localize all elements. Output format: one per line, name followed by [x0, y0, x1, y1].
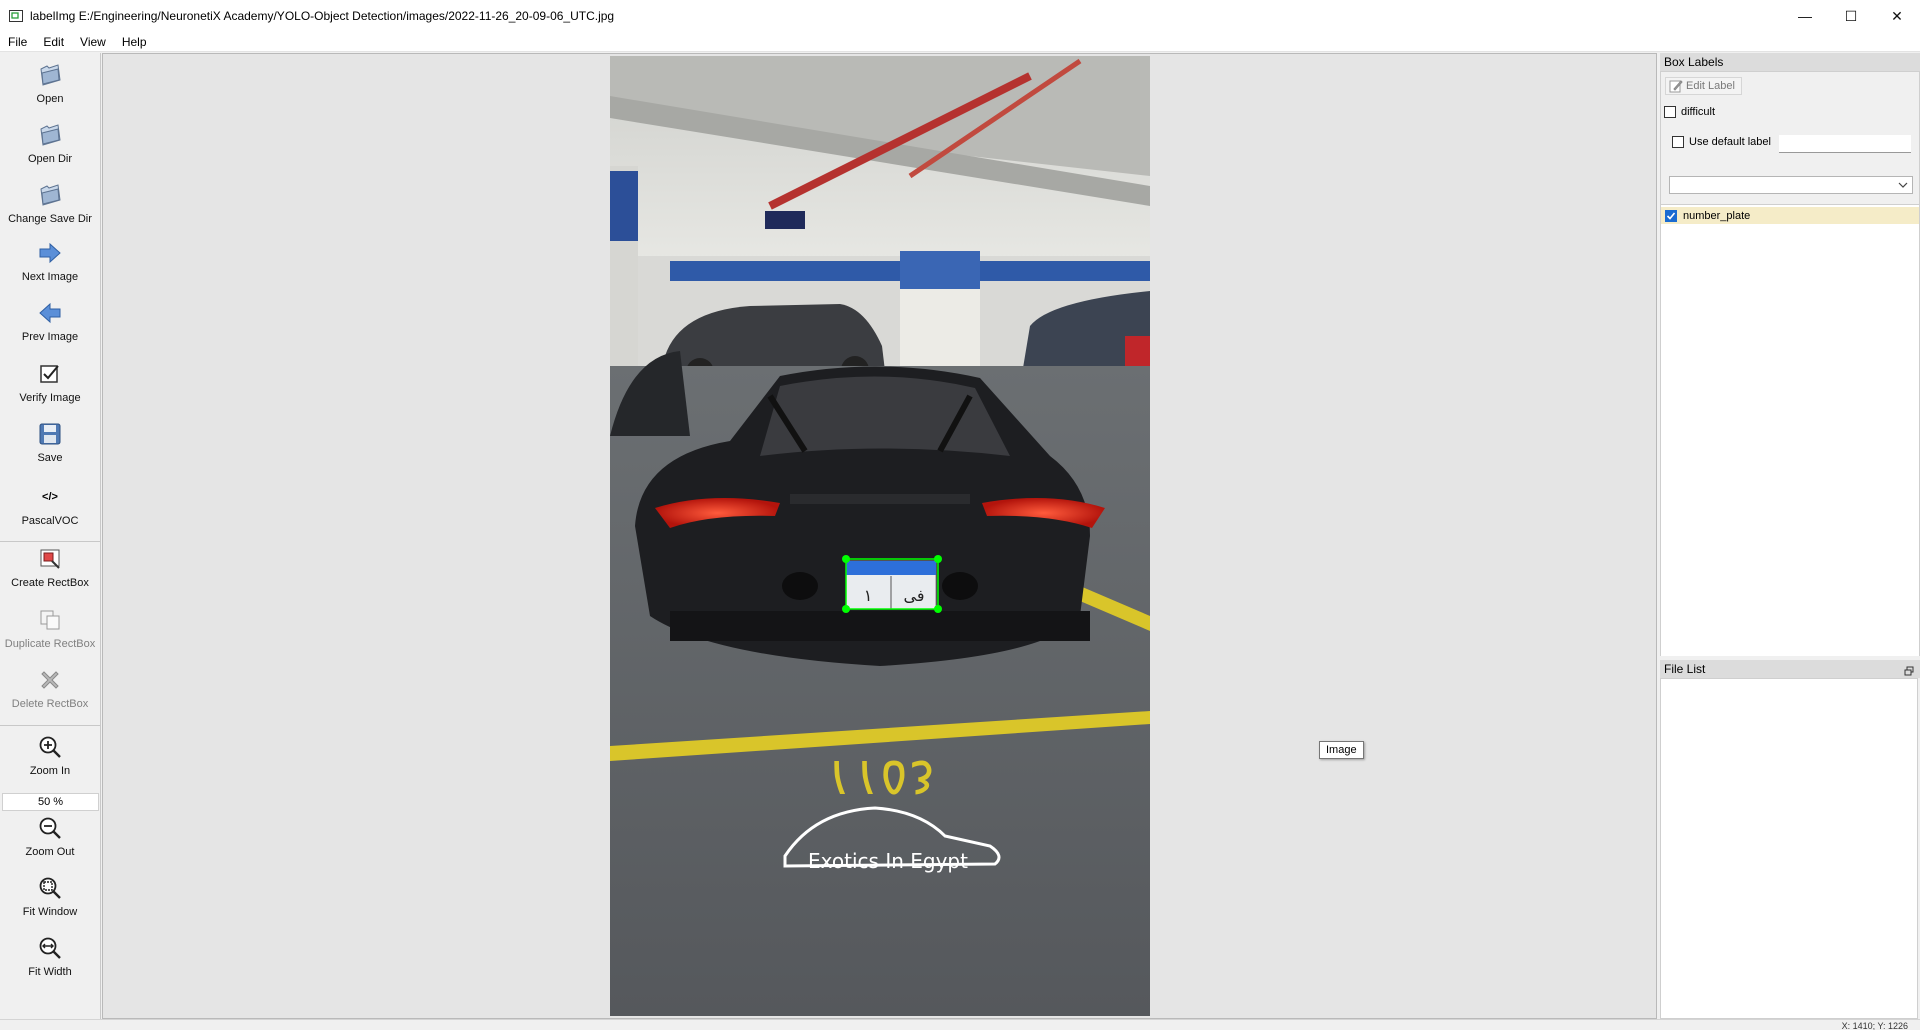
bbox-handle[interactable]: [934, 605, 942, 613]
zoom-out-button[interactable]: Zoom Out: [0, 816, 100, 858]
file-list-title: File List: [1660, 660, 1920, 678]
zoom-fit-window-icon: [38, 876, 62, 900]
use-default-label-text: Use default label: [1689, 136, 1771, 148]
box-labels-title: Box Labels: [1660, 53, 1920, 71]
checkbox-box: [1672, 136, 1684, 148]
right-dock: Box Labels Edit Label difficult Use defa…: [1660, 53, 1920, 1019]
cursor-coords: X: 1410; Y: 1226: [1841, 1021, 1908, 1030]
duplicate-rectbox-label: Duplicate RectBox: [4, 638, 96, 650]
window-title: labelImg E:/Engineering/NeuronetiX Acade…: [30, 9, 615, 23]
open-button[interactable]: Open: [0, 63, 100, 105]
draw-rect-icon: [38, 547, 62, 571]
status-bar: X: 1410; Y: 1226: [0, 1019, 1920, 1030]
plate-letters-text: فى: [904, 586, 925, 605]
default-label-input[interactable]: [1779, 135, 1911, 153]
bbox-handle[interactable]: [934, 555, 942, 563]
file-list-dock: File List: [1660, 660, 1920, 1019]
plate-digit-text: ١: [864, 586, 873, 605]
zoom-value-field[interactable]: 50 %: [2, 793, 99, 811]
toolbar: Open Open Dir Change Save Dir Next Image…: [0, 53, 101, 1019]
toolbar-separator: [0, 725, 100, 726]
zoom-in-icon: [38, 735, 62, 759]
file-list-title-text: File List: [1664, 662, 1706, 676]
parking-garage-car-photo[interactable]: ١ فى ٤٥١١ Exotics In Egypt: [610, 56, 1150, 1016]
menu-view[interactable]: View: [72, 35, 114, 49]
label-list-item[interactable]: number_plate: [1661, 207, 1919, 224]
verify-image-button[interactable]: Verify Image: [0, 362, 100, 404]
box-labels-dock: Box Labels Edit Label difficult Use defa…: [1660, 53, 1920, 656]
folder-icon: [38, 63, 62, 87]
bbox-handle[interactable]: [842, 555, 850, 563]
folder-icon: [38, 183, 62, 207]
checkbox-box: [1664, 106, 1676, 118]
title-bar: labelImg E:/Engineering/NeuronetiX Acade…: [0, 0, 1920, 32]
open-dir-label: Open Dir: [27, 153, 73, 165]
checkbox-check-icon: [38, 362, 62, 386]
edit-pencil-icon: [1669, 79, 1683, 98]
fit-window-label: Fit Window: [22, 906, 78, 918]
menu-file[interactable]: File: [0, 35, 35, 49]
bbox-handle[interactable]: [842, 605, 850, 613]
zoom-out-label: Zoom Out: [25, 846, 75, 858]
label-combo-box[interactable]: [1669, 176, 1913, 194]
close-button[interactable]: ✕: [1874, 0, 1920, 32]
change-save-dir-button[interactable]: Change Save Dir: [0, 183, 100, 225]
code-tag-icon: </>: [42, 491, 58, 503]
chevron-down-icon: [1898, 179, 1908, 193]
save-label: Save: [37, 452, 63, 464]
zoom-in-button[interactable]: Zoom In: [0, 735, 100, 777]
maximize-button[interactable]: ☐: [1828, 0, 1874, 32]
verify-image-label: Verify Image: [19, 392, 81, 404]
fit-width-label: Fit Width: [28, 966, 72, 978]
delete-rectbox-button[interactable]: Delete RectBox: [0, 668, 100, 710]
canvas-tooltip: Image: [1319, 741, 1364, 759]
car-photo-illustration: ١ فى ٤٥١١ Exotics In Egypt: [610, 56, 1150, 1016]
duplicate-rectbox-button[interactable]: Duplicate RectBox: [0, 608, 100, 650]
save-button[interactable]: Save: [0, 422, 100, 464]
zoom-in-label: Zoom In: [29, 765, 71, 777]
edit-label-button[interactable]: Edit Label: [1665, 77, 1742, 95]
prev-image-button[interactable]: Prev Image: [0, 301, 100, 343]
copy-icon: [38, 608, 62, 632]
floppy-disk-icon: [38, 422, 62, 446]
delete-rectbox-label: Delete RectBox: [11, 698, 89, 710]
format-toggle-button[interactable]: </> PascalVOC: [0, 485, 100, 527]
box-labels-panel: Edit Label difficult Use default label n…: [1660, 71, 1920, 656]
menu-help[interactable]: Help: [114, 35, 155, 49]
checkbox-checked-icon[interactable]: [1665, 209, 1677, 222]
zoom-fit-width-icon: [38, 936, 62, 960]
file-list-panel[interactable]: [1660, 678, 1918, 1019]
image-canvas[interactable]: ١ فى ٤٥١١ Exotics In Egypt Image: [102, 53, 1657, 1019]
fit-width-button[interactable]: Fit Width: [0, 936, 100, 978]
menu-edit[interactable]: Edit: [35, 35, 72, 49]
open-label: Open: [36, 93, 64, 105]
zoom-out-icon: [38, 816, 62, 840]
create-rectbox-button[interactable]: Create RectBox: [0, 547, 100, 589]
delete-x-icon: [38, 668, 62, 692]
arrow-right-icon: [38, 241, 62, 265]
prev-image-label: Prev Image: [21, 331, 79, 343]
use-default-label-checkbox[interactable]: Use default label: [1672, 136, 1771, 148]
difficult-checkbox[interactable]: difficult: [1664, 106, 1715, 118]
labelimg-app-icon: [8, 8, 24, 24]
format-label: PascalVOC: [21, 515, 79, 527]
folder-icon: [38, 123, 62, 147]
difficult-label: difficult: [1681, 106, 1716, 118]
label-list[interactable]: number_plate: [1661, 204, 1919, 656]
open-dir-button[interactable]: Open Dir: [0, 123, 100, 165]
fit-window-button[interactable]: Fit Window: [0, 876, 100, 918]
floor-number-text: ٤٥١١: [824, 748, 936, 808]
toolbar-separator: [0, 541, 100, 542]
create-rectbox-label: Create RectBox: [11, 577, 89, 589]
menu-bar: File Edit View Help: [0, 32, 1920, 52]
arrow-left-icon: [38, 301, 62, 325]
minimize-button[interactable]: —: [1782, 0, 1828, 32]
watermark-text: Exotics In Egypt: [808, 849, 968, 873]
next-image-button[interactable]: Next Image: [0, 241, 100, 283]
edit-label-text: Edit Label: [1686, 80, 1735, 92]
next-image-label: Next Image: [21, 271, 79, 283]
label-item-name: number_plate: [1683, 209, 1751, 222]
change-save-dir-label: Change Save Dir: [8, 213, 92, 225]
